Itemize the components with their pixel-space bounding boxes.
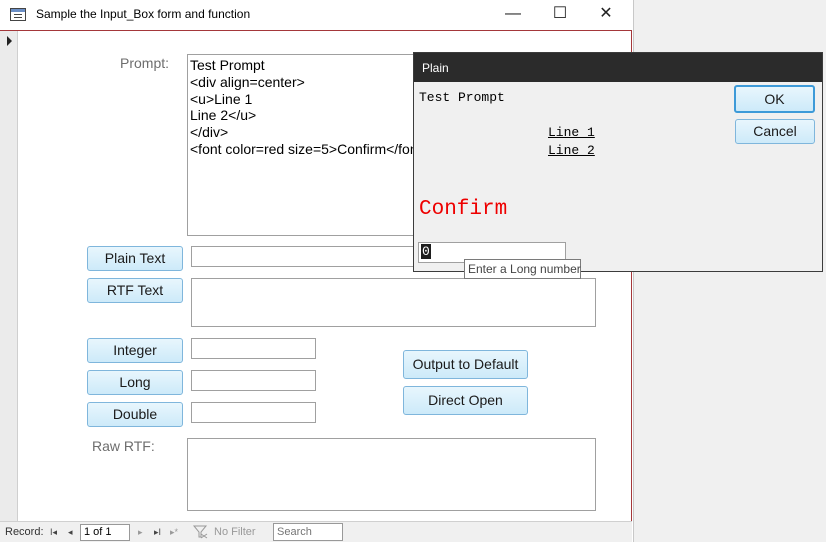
double-field[interactable] bbox=[191, 402, 316, 423]
dialog-input-value: 0 bbox=[421, 244, 431, 259]
no-filter-button[interactable]: No Filter bbox=[214, 526, 256, 538]
prompt-line: <font color=red size=5>Confirm</font> bbox=[190, 140, 417, 157]
raw-rtf-field[interactable] bbox=[187, 438, 596, 511]
rtf-text-button[interactable]: RTF Text bbox=[87, 278, 183, 303]
dialog-ok-button[interactable]: OK bbox=[734, 85, 815, 113]
dialog-title-bar: Plain bbox=[414, 53, 822, 82]
plain-text-button[interactable]: Plain Text bbox=[87, 246, 183, 271]
rtf-text-field[interactable] bbox=[191, 278, 596, 327]
record-pointer-icon bbox=[7, 36, 12, 46]
last-record-icon[interactable]: ▸I bbox=[154, 527, 161, 538]
record-selector[interactable] bbox=[0, 31, 18, 521]
previous-record-icon[interactable]: ◂ bbox=[68, 527, 73, 538]
prompt-textbox[interactable]: Test Prompt <div align=center> <u>Line 1… bbox=[187, 54, 417, 236]
dialog-cancel-button[interactable]: Cancel bbox=[735, 119, 815, 144]
output-to-default-button[interactable]: Output to Default bbox=[403, 350, 528, 379]
form-icon bbox=[10, 8, 26, 21]
prompt-label: Prompt: bbox=[120, 55, 170, 71]
dialog-line-1: Line 1 bbox=[548, 125, 595, 140]
dialog-prompt-text: Test Prompt bbox=[419, 90, 505, 105]
next-record-icon[interactable]: ▸ bbox=[138, 527, 143, 538]
maximize-button[interactable]: ☐ bbox=[537, 0, 583, 30]
search-input[interactable] bbox=[273, 523, 343, 541]
long-button[interactable]: Long bbox=[87, 370, 183, 395]
prompt-line: <div align=center> bbox=[190, 73, 305, 90]
prompt-line: </div> bbox=[190, 124, 229, 141]
first-record-icon[interactable]: I◂ bbox=[50, 527, 57, 538]
integer-button[interactable]: Integer bbox=[87, 338, 183, 363]
long-field[interactable] bbox=[191, 370, 316, 391]
dialog-line-2: Line 2 bbox=[548, 143, 595, 158]
plain-text-field[interactable] bbox=[191, 246, 416, 267]
form-title-bar: Sample the Input_Box form and function —… bbox=[0, 0, 632, 30]
prompt-line: <u>Line 1 bbox=[190, 90, 253, 107]
minimize-button[interactable]: — bbox=[490, 0, 536, 30]
window-title: Sample the Input_Box form and function bbox=[36, 7, 251, 21]
dialog-confirm-text: Confirm bbox=[419, 198, 508, 221]
new-record-icon[interactable]: ▸* bbox=[170, 527, 178, 538]
title-separator bbox=[0, 30, 632, 31]
filter-icon bbox=[192, 523, 208, 542]
prompt-line: Line 2</u> bbox=[190, 107, 257, 124]
dialog-title: Plain bbox=[422, 61, 449, 75]
integer-field[interactable] bbox=[191, 338, 316, 359]
record-position-field[interactable]: 1 of 1 bbox=[80, 524, 130, 541]
prompt-line: Test Prompt bbox=[190, 57, 265, 73]
direct-open-button[interactable]: Direct Open bbox=[403, 386, 528, 415]
close-button[interactable]: ✕ bbox=[583, 0, 629, 30]
double-button[interactable]: Double bbox=[87, 402, 183, 427]
raw-rtf-label: Raw RTF: bbox=[92, 438, 155, 454]
plain-input-dialog: Plain Test Prompt Line 1 Line 2 Confirm … bbox=[413, 52, 823, 272]
record-label: Record: bbox=[5, 526, 44, 538]
input-tooltip: Enter a Long number bbox=[464, 259, 581, 279]
